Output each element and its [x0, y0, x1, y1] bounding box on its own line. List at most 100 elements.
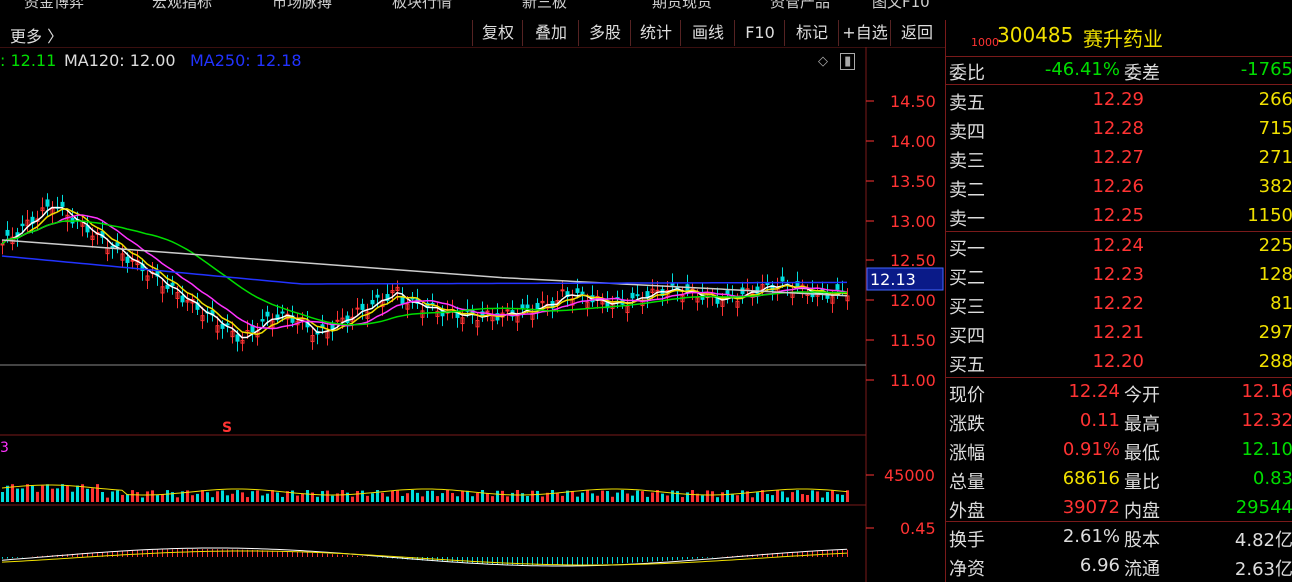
- volume-bar: [396, 490, 399, 502]
- volume-bar: [71, 491, 74, 502]
- volume-bar: [476, 492, 479, 502]
- candle-body: [260, 319, 265, 322]
- toolbar-button[interactable]: F10: [734, 20, 785, 46]
- volume-bar: [701, 495, 704, 502]
- volume-bar: [821, 497, 824, 502]
- row-label-2: 流通: [1124, 559, 1160, 580]
- candle-body: [235, 334, 240, 342]
- volume-bar: [16, 488, 19, 502]
- row-value: 12.25: [1092, 205, 1144, 226]
- row-label: 买三: [949, 297, 985, 318]
- volume-bar: [86, 488, 89, 502]
- volume-bar: [626, 493, 629, 502]
- row-value-2: 266: [1258, 89, 1292, 110]
- volume-bar: [166, 490, 169, 502]
- candle-body: [725, 290, 730, 295]
- volume-bar: [721, 492, 724, 502]
- volume-bar: [196, 493, 199, 502]
- volume-bar: [511, 492, 514, 502]
- row-value-2: 382: [1258, 176, 1292, 197]
- top-menu-item[interactable]: 板块行情: [392, 0, 452, 12]
- top-menu-item[interactable]: 宏观指标: [152, 0, 212, 12]
- kline-chart[interactable]: 14.50 14.00 13.50 13.00 12.50 12.00 11.50 11.00…: [0, 47, 945, 582]
- row-label-2: 委差: [1124, 63, 1160, 84]
- row-label: 卖二: [949, 180, 985, 201]
- row-value: 12.26: [1092, 176, 1144, 197]
- stock-badge: 1000: [971, 36, 999, 49]
- candle-body: [780, 276, 785, 282]
- row-value: 2.61%: [1062, 526, 1120, 547]
- volume-bar: [161, 493, 164, 502]
- top-menu-item[interactable]: 资金博弈: [24, 0, 84, 12]
- row-value: 12.28: [1092, 118, 1144, 139]
- top-menu-item[interactable]: 图文F10: [872, 0, 930, 12]
- top-menu-item[interactable]: 期货现货: [652, 0, 712, 12]
- volume-bar: [571, 490, 574, 502]
- row-label: 买四: [949, 326, 985, 347]
- quote-row: 卖四 12.28 715: [946, 115, 1292, 144]
- row-label: 卖五: [949, 93, 985, 114]
- volume-bar: [21, 488, 24, 502]
- row-value-2: 0.83: [1252, 468, 1292, 489]
- volume-bar: [56, 488, 59, 502]
- toolbar-button[interactable]: 标记: [784, 20, 839, 46]
- candle-body: [280, 311, 285, 314]
- volume-bar: [231, 493, 234, 502]
- volume-bar: [51, 488, 54, 502]
- top-menu-item[interactable]: 市场脉搏: [272, 0, 332, 12]
- top-menu-item[interactable]: 新三板: [522, 0, 567, 12]
- toolbar-button[interactable]: 返回: [890, 20, 943, 46]
- volume-bar: [751, 497, 754, 502]
- row-label: 委比: [949, 63, 985, 84]
- volume-bar: [121, 494, 124, 502]
- volume-bar: [256, 490, 259, 502]
- volume-bar: [481, 490, 484, 502]
- volume-bar: [341, 490, 344, 502]
- volume-bar: [431, 490, 434, 502]
- toolbar-button[interactable]: +自选: [838, 20, 891, 46]
- row-label-2: 最低: [1124, 443, 1160, 464]
- row-value: 12.24: [1068, 381, 1120, 402]
- row-label: 买五: [949, 355, 985, 376]
- volume-bar: [541, 496, 544, 502]
- toolbar-button[interactable]: 复权: [472, 20, 523, 46]
- toolbar-button[interactable]: 画线: [680, 20, 735, 46]
- volume-bar: [1, 492, 4, 502]
- candle-body: [375, 294, 380, 298]
- row-label-2: 最高: [1124, 414, 1160, 435]
- toolbar-button[interactable]: 叠加: [522, 20, 579, 46]
- volume-bar: [261, 495, 264, 502]
- volume-bar: [441, 493, 444, 502]
- volume-axis-label: 45000: [884, 466, 935, 485]
- more-button[interactable]: 更多 〉: [10, 23, 63, 47]
- volume-bar: [841, 494, 844, 502]
- volume-bar: [126, 494, 129, 502]
- volume-bar: [201, 490, 204, 502]
- row-value: 0.11: [1079, 410, 1120, 431]
- row-label: 换手: [949, 530, 985, 551]
- volume-bar: [236, 490, 239, 502]
- candle-body: [370, 299, 375, 305]
- volume-bar: [146, 491, 149, 502]
- volume-bar: [366, 495, 369, 502]
- volume-bar: [596, 495, 599, 502]
- row-value-2: 12.16: [1241, 381, 1292, 402]
- volume-bar: [501, 490, 504, 502]
- volume-bar: [421, 496, 424, 502]
- price-axis-label: 13.50: [890, 172, 936, 191]
- toolbar-button[interactable]: 统计: [630, 20, 681, 46]
- volume-bar: [756, 492, 759, 502]
- toolbar-button[interactable]: 多股: [578, 20, 631, 46]
- volume-bar: [681, 497, 684, 502]
- volume-bar: [221, 490, 224, 502]
- candle-body: [165, 284, 170, 289]
- quote-row: 净资 6.96 流通 2.63亿: [946, 552, 1292, 581]
- candle-body: [535, 302, 540, 310]
- ma60-line: [1, 220, 848, 326]
- volume-bar: [591, 493, 594, 502]
- quote-row: 卖三 12.27 271: [946, 144, 1292, 173]
- row-value: 39072: [1062, 497, 1120, 518]
- top-menu-item[interactable]: 资管产品: [770, 0, 830, 12]
- volume-bar: [6, 485, 9, 502]
- volume-bar: [486, 493, 489, 502]
